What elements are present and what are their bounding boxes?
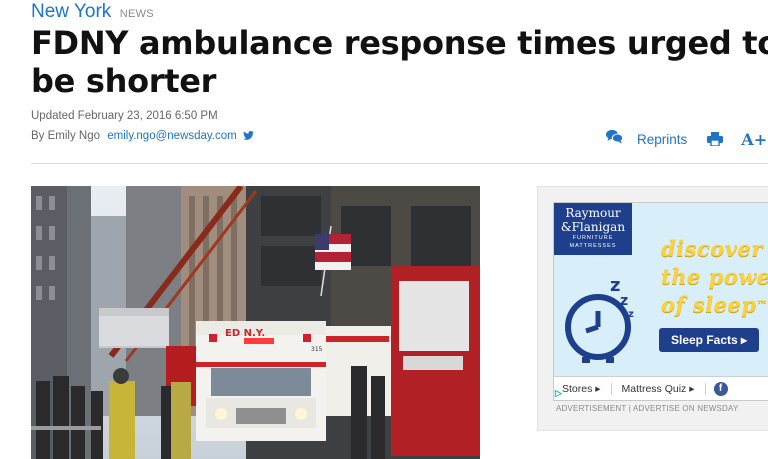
section-link[interactable]: New York [31, 1, 111, 22]
ad-slogan-line2: the power [661, 264, 768, 289]
ad-slogan: discover the power of sleep™ [661, 235, 768, 319]
ad-brand-logo: Raymour &Flanigan FURNITURE MATTRESSES [554, 203, 632, 255]
svg-text:z: z [610, 275, 620, 296]
ad-label[interactable]: ADVERTISEMENT | ADVERTISE ON NEWSDAY [556, 404, 739, 413]
print-icon[interactable] [707, 132, 724, 146]
ad-trademark: ™ [756, 298, 768, 311]
updated-timestamp: Updated February 23, 2016 6:50 PM [31, 110, 218, 122]
ad-quiz-link[interactable]: Mattress Quiz ▸ [612, 383, 706, 395]
ad-slogan-line1: discover [661, 236, 763, 261]
article-photo[interactable]: ED N.Y. 315 [31, 186, 480, 459]
divider [31, 163, 768, 164]
ad-brand-line4: MATTRESSES [569, 243, 617, 249]
font-size-button[interactable]: A+ [741, 130, 767, 149]
facebook-icon[interactable]: f [713, 382, 728, 396]
headline: FDNY ambulance response times urged to b… [31, 24, 768, 100]
ad-sleep-facts-button[interactable]: Sleep Facts ▸ [659, 328, 760, 352]
byline: By Emily Ngo emily.ngo@newsday.com [31, 130, 254, 143]
author-name: By Emily Ngo [31, 130, 101, 142]
ad-brand-line2: &Flanigan [560, 220, 626, 234]
ad-stores-link[interactable]: Stores ▸ [554, 383, 612, 395]
author-email-link[interactable]: emily.ngo@newsday.com [107, 130, 237, 142]
advertisement[interactable]: Raymour &Flanigan FURNITURE MATTRESSES z… [553, 202, 768, 401]
ad-brand-line1: Raymour [565, 206, 621, 220]
ambulance-lettering: ED N.Y. [225, 328, 265, 339]
article-toolbar: Reprints A+ [606, 128, 767, 150]
comments-icon[interactable] [606, 129, 624, 149]
ad-bottom-bar: Stores ▸ Mattress Quiz ▸ f [554, 376, 768, 400]
ad-brand-line3: FURNITURE [572, 235, 614, 241]
ambulance-unit-number: 315 [311, 346, 323, 353]
svg-text:z: z [628, 309, 634, 320]
adchoices-icon[interactable]: ▷ [555, 388, 562, 399]
twitter-icon[interactable] [243, 131, 254, 143]
reprints-link[interactable]: Reprints [637, 132, 687, 147]
alarm-clock-icon: z z z [554, 261, 654, 378]
section-header: New York NEWS [31, 1, 154, 23]
section-sub-label[interactable]: NEWS [120, 8, 154, 20]
svg-text:z: z [620, 293, 628, 309]
ad-slogan-line3: of sleep [661, 292, 757, 317]
